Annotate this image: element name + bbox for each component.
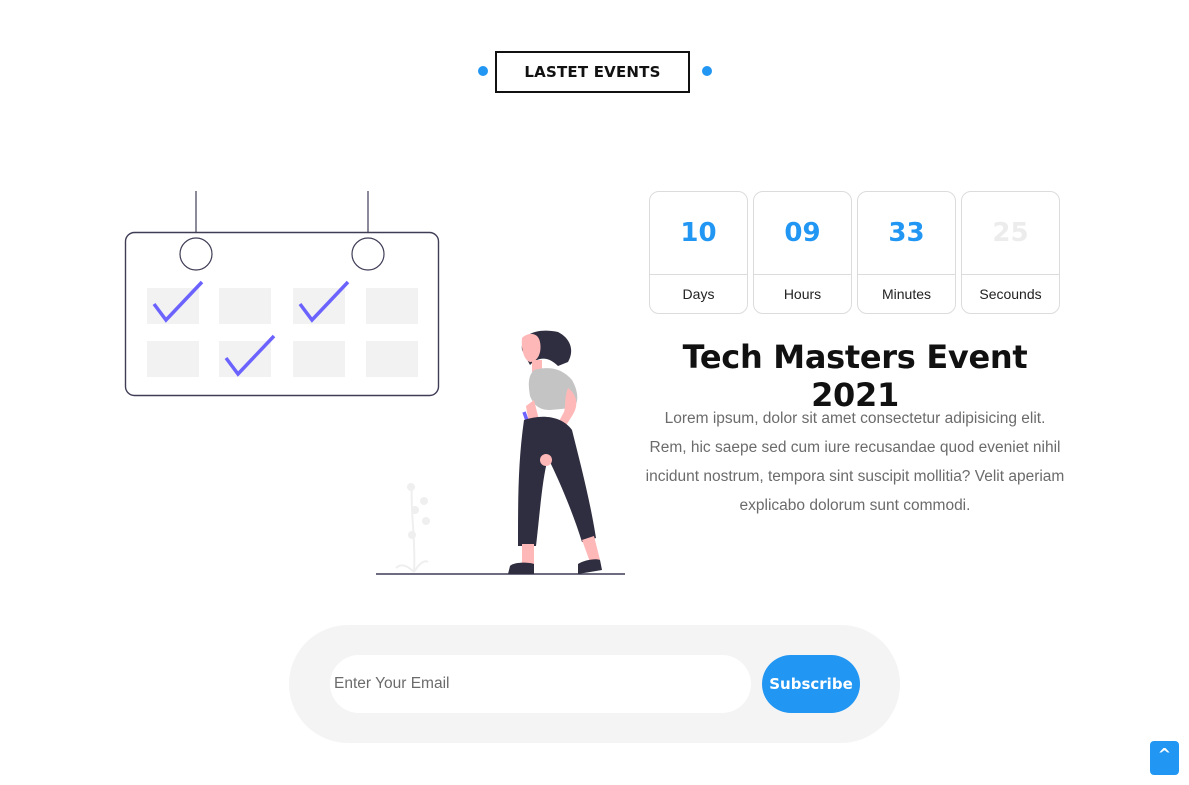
countdown-label: Hours <box>783 286 822 302</box>
subscribe-button[interactable]: Subscribe <box>762 655 860 713</box>
countdown-hours: 09 Hours <box>753 191 852 314</box>
countdown-seconds: 25 Secounds <box>961 191 1060 314</box>
header-dot-left <box>478 66 488 76</box>
countdown-value: 33 <box>858 192 955 275</box>
countdown-timer: 10 Days 09 Hours 33 Minutes 25 Secounds <box>649 191 1063 316</box>
section-heading: LASTET EVENTS <box>495 51 690 93</box>
event-description: Lorem ipsum, dolor sit amet consectetur … <box>645 410 1065 514</box>
calendar-person-illustration <box>124 191 625 575</box>
section-header: LASTET EVENTS <box>476 50 720 96</box>
scroll-top-button[interactable]: ^ <box>1150 741 1179 775</box>
countdown-label: Days <box>682 286 715 302</box>
countdown-label: Minutes <box>881 286 932 302</box>
calendar-illustration <box>110 180 640 590</box>
event-title: Tech Masters Event 2021 <box>682 338 1028 414</box>
countdown-minutes: 33 Minutes <box>857 191 956 314</box>
caret-up-icon: ^ <box>1157 745 1172 764</box>
countdown-value: 09 <box>754 192 851 275</box>
countdown-value: 10 <box>650 192 747 275</box>
countdown-value: 25 <box>962 192 1059 275</box>
email-input[interactable] <box>330 655 751 713</box>
header-dot-right <box>702 66 712 76</box>
countdown-label: Secounds <box>979 286 1042 302</box>
subscribe-form: Subscribe <box>289 625 900 743</box>
countdown-days: 10 Days <box>649 191 748 314</box>
